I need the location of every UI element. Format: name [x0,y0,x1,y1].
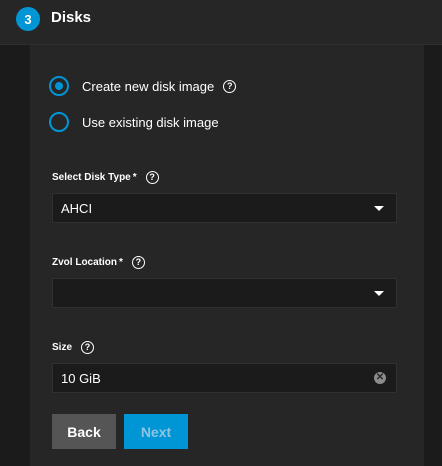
zvol-location-label: Zvol Location * ? [52,256,145,269]
next-button[interactable]: Next [124,414,188,449]
required-asterisk: * [119,257,123,268]
size-label: Size ? [52,341,95,354]
step-title: Disks [51,9,92,26]
back-button[interactable]: Back [52,414,116,449]
required-asterisk: * [132,172,137,183]
help-icon[interactable]: ? [145,171,159,184]
size-input[interactable]: 10 GiB ✕ [52,363,397,393]
caret-down-icon [374,206,384,211]
zvol-location-select[interactable] [52,278,397,308]
radio-label-create-new: Create new disk image [82,78,215,94]
radio-label-use-existing: Use existing disk image [82,114,219,130]
clear-icon[interactable]: ✕ [374,372,386,384]
disk-type-selected-value: AHCI [61,201,93,216]
size-label-text: Size [52,342,73,353]
size-input-value: 10 GiB [61,371,101,386]
disk-type-select[interactable]: AHCI [52,193,397,223]
radio-button-unchecked[interactable] [49,112,69,132]
radio-use-existing-disk-image[interactable]: Use existing disk image [49,112,219,132]
radio-button-checked[interactable] [49,76,69,96]
step-number-badge: 3 [16,7,40,31]
help-icon[interactable]: ? [223,79,237,93]
step-header: 3 Disks [0,0,442,45]
help-icon[interactable]: ? [131,256,145,269]
caret-down-icon [374,291,384,296]
disk-type-label: Select Disk Type * ? [52,171,159,184]
zvol-location-label-text: Zvol Location [52,257,117,268]
help-icon[interactable]: ? [81,341,95,354]
radio-create-new-disk-image[interactable]: Create new disk image ? [49,76,237,96]
disk-type-label-text: Select Disk Type [52,172,131,183]
